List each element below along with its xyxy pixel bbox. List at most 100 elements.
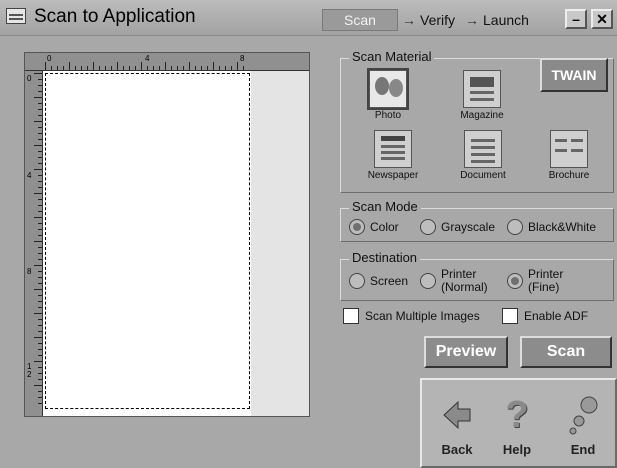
ruler-tick — [38, 283, 42, 284]
scan-selection-marquee[interactable] — [45, 73, 250, 409]
ruler-tick — [34, 289, 42, 290]
mode-color-radio[interactable]: Color — [349, 219, 399, 235]
radio-icon — [349, 273, 365, 289]
dest-printer-fine-radio[interactable]: Printer (Fine) — [507, 268, 563, 294]
ruler-tick — [201, 66, 202, 70]
ruler-tick — [63, 66, 64, 70]
ruler-tick — [38, 103, 42, 104]
scan-button[interactable]: Scan — [520, 336, 612, 368]
twain-button[interactable]: TWAIN — [540, 58, 608, 92]
scan-multiple-checkbox[interactable]: Scan Multiple Images — [343, 308, 480, 324]
step-launch: Launch — [483, 12, 529, 28]
dest-printer-fine-label: Printer (Fine) — [528, 267, 564, 294]
material-document[interactable]: Document — [450, 130, 516, 181]
ruler-tick — [75, 66, 76, 70]
back-button[interactable]: Back — [432, 394, 482, 457]
material-photo-label: Photo — [374, 110, 402, 121]
mode-bw-label: Black&White — [528, 220, 597, 234]
close-button[interactable]: ✕ — [591, 9, 613, 29]
navigation-panel: Back ? Help End — [420, 378, 617, 468]
back-arrow-icon — [432, 394, 482, 436]
ruler-tick — [183, 66, 184, 70]
ruler-tick — [38, 127, 42, 128]
material-document-label: Document — [460, 170, 506, 181]
destination-label: Destination — [349, 250, 421, 265]
ruler-tick — [38, 331, 42, 332]
ruler-tick — [207, 66, 208, 70]
ruler-tick — [38, 277, 42, 278]
dest-screen-label: Screen — [370, 274, 409, 288]
ruler-tick — [105, 66, 106, 70]
ruler-label: 4 — [145, 54, 150, 63]
mode-color-label: Color — [370, 220, 399, 234]
radio-icon — [420, 273, 436, 289]
ruler-tick — [38, 397, 42, 398]
checkbox-icon — [343, 308, 359, 324]
ruler-tick — [117, 62, 118, 70]
photo-icon — [369, 70, 407, 108]
dest-printer-normal-radio[interactable]: Printer (Normal) — [420, 268, 488, 294]
radio-icon — [420, 219, 436, 235]
ruler-tick — [123, 66, 124, 70]
mode-bw-radio[interactable]: Black&White — [507, 219, 596, 235]
ruler-tick — [99, 66, 100, 70]
minimize-button[interactable]: – — [565, 9, 587, 29]
mode-grayscale-radio[interactable]: Grayscale — [420, 219, 495, 235]
end-button[interactable]: End — [558, 394, 608, 457]
enable-adf-checkbox[interactable]: Enable ADF — [502, 308, 588, 324]
ruler-tick — [38, 373, 42, 374]
material-brochure-label: Brochure — [548, 170, 590, 181]
ruler-label: 1 2 — [27, 362, 32, 379]
preview-area: 0 4 8 0 4 8 1 2 — [24, 52, 310, 417]
ruler-tick — [38, 139, 42, 140]
step-verify: Verify — [420, 12, 456, 28]
ruler-tick — [38, 205, 42, 206]
scan-preview-canvas[interactable] — [43, 71, 309, 416]
vertical-ruler: 0 4 8 1 2 — [25, 71, 43, 416]
horizontal-ruler: 0 4 8 — [25, 53, 309, 71]
ruler-tick — [38, 295, 42, 296]
ruler-tick — [129, 66, 130, 70]
help-button[interactable]: ? Help — [492, 393, 542, 458]
dest-screen-radio[interactable]: Screen — [349, 273, 408, 289]
scan-material-label: Scan Material — [349, 49, 435, 64]
arrow-icon: → — [465, 12, 480, 28]
app-icon[interactable] — [6, 8, 26, 24]
material-magazine[interactable]: Magazine — [452, 70, 512, 121]
ruler-tick — [38, 355, 42, 356]
ruler-tick — [87, 66, 88, 70]
ruler-tick — [81, 66, 82, 70]
ruler-tick — [171, 66, 172, 70]
ruler-tick — [38, 307, 42, 308]
preview-margin — [251, 71, 309, 416]
radio-icon — [507, 273, 523, 289]
ruler-tick — [34, 313, 42, 314]
arrow-icon: → — [402, 12, 416, 28]
material-magazine-label: Magazine — [460, 110, 504, 121]
ruler-tick — [38, 343, 42, 344]
ruler-tick — [38, 79, 42, 80]
material-newspaper[interactable]: Newspaper — [360, 130, 426, 181]
ruler-tick — [93, 62, 94, 70]
window-title: Scan to Application — [34, 6, 196, 27]
ruler-tick — [38, 211, 42, 212]
brochure-icon — [550, 130, 588, 168]
ruler-tick — [38, 181, 42, 182]
ruler-tick — [159, 66, 160, 70]
ruler-tick — [135, 66, 136, 70]
ruler-tick — [111, 66, 112, 70]
preview-button[interactable]: Preview — [424, 336, 508, 368]
ruler-tick — [153, 66, 154, 70]
step-scan: Scan — [322, 9, 398, 31]
ruler-tick — [38, 223, 42, 224]
question-mark-icon: ? — [505, 393, 529, 436]
checkbox-icon — [502, 308, 518, 324]
ruler-tick — [38, 163, 42, 164]
material-brochure[interactable]: Brochure — [538, 130, 600, 181]
ruler-tick — [38, 319, 42, 320]
ruler-tick — [38, 253, 42, 254]
ruler-tick — [69, 62, 70, 70]
material-photo[interactable]: Photo — [362, 70, 414, 121]
ruler-tick — [38, 259, 42, 260]
dest-printer-normal-label: Printer (Normal) — [441, 267, 488, 294]
